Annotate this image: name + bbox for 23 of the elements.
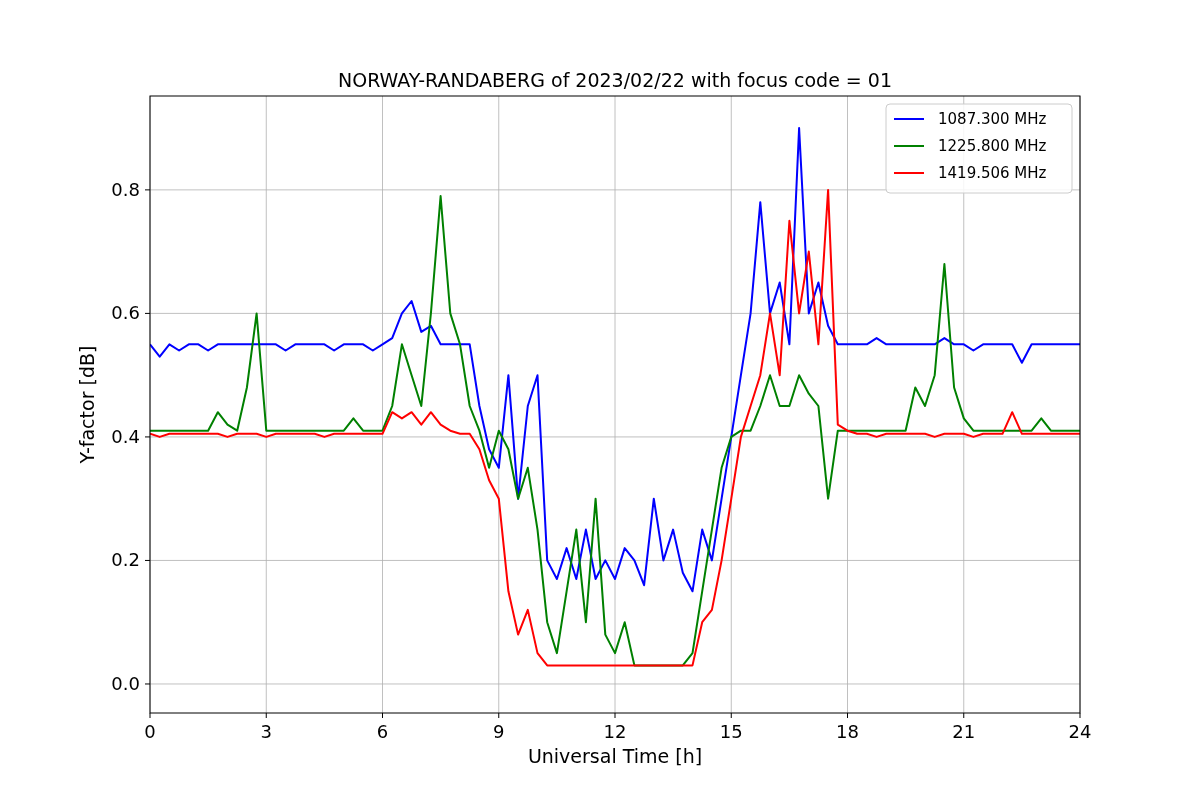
legend-label: 1087.300 MHz [938, 110, 1047, 128]
y-tick-label: 0.2 [111, 549, 140, 571]
y-tick-label: 0.4 [111, 425, 140, 447]
x-tick-label: 18 [836, 721, 859, 742]
legend-line-icon [893, 118, 925, 120]
y-tick-label: 0.8 [111, 178, 140, 200]
y-axis-label: Y-factor [dB] [76, 345, 98, 464]
x-tick-label: 12 [603, 721, 627, 742]
legend-label: 1419.506 MHz [938, 164, 1047, 182]
x-tick-label: 6 [376, 721, 389, 742]
x-tick-label: 24 [1068, 721, 1092, 742]
y-tick-label: 0.0 [111, 672, 140, 694]
x-axis-label: Universal Time [h] [527, 745, 703, 767]
legend-line-icon [893, 172, 925, 174]
x-tick-label: 0 [144, 721, 156, 742]
y-tick-label: 0.6 [111, 302, 140, 324]
x-tick-label: 3 [260, 721, 272, 742]
legend-line-icon [893, 145, 925, 147]
x-tick-label: 9 [493, 721, 505, 742]
x-tick-label: 21 [952, 721, 976, 742]
legend-label: 1225.800 MHz [938, 137, 1047, 155]
x-tick-label: 15 [719, 721, 743, 742]
chart-title: NORWAY-RANDABERG of 2023/02/22 with focus code = 01 [338, 69, 892, 91]
